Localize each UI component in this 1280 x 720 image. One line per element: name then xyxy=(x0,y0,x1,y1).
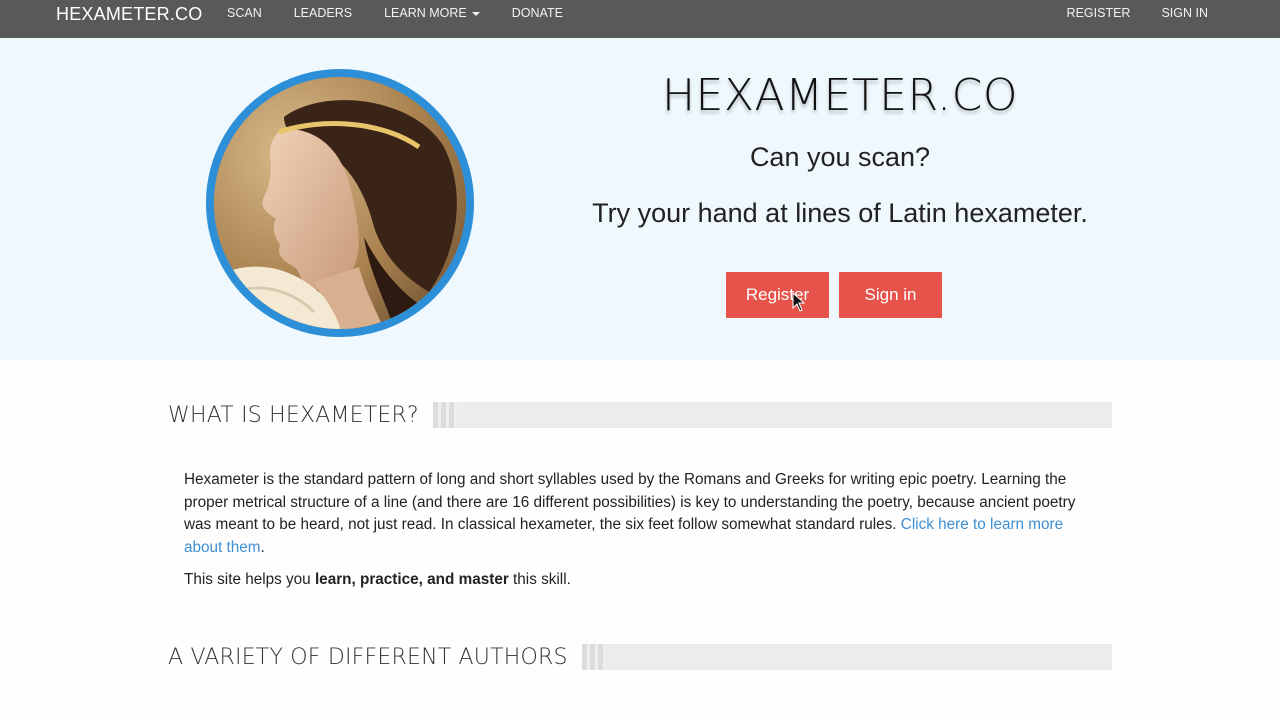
section-divider xyxy=(581,644,1112,670)
nav-learn-more[interactable]: LEARN MORE xyxy=(384,0,480,38)
hero-tagline: Try your hand at lines of Latin hexamete… xyxy=(592,198,1088,228)
nav-scan[interactable]: SCAN xyxy=(227,0,262,38)
nav-sign-in[interactable]: SIGN IN xyxy=(1161,0,1208,38)
mission-text-end: this skill. xyxy=(508,571,571,588)
nav-donate[interactable]: DONATE xyxy=(512,0,563,38)
section-authors: A VARIETY OF DIFFERENT AUTHORS xyxy=(168,643,1112,671)
section-divider xyxy=(432,402,1112,428)
mouse-cursor-icon xyxy=(792,292,806,312)
sign-in-button[interactable]: Sign in xyxy=(839,272,942,318)
top-navbar: HEXAMETER.CO SCAN LEADERS LEARN MORE DON… xyxy=(0,0,1280,38)
section-what-is-hexameter: WHAT IS HEXAMETER? xyxy=(168,401,1112,429)
hero-title: HEXAMETER.CO xyxy=(662,70,1018,121)
mission-paragraph: This site helps you learn, practice, and… xyxy=(184,569,1084,592)
mission-text-start: This site helps you xyxy=(184,571,315,588)
section-title-what: WHAT IS HEXAMETER? xyxy=(168,402,419,428)
about-paragraph: Hexameter is the standard pattern of lon… xyxy=(184,469,1084,559)
register-button[interactable]: Register xyxy=(726,272,829,318)
hero-banner: HEXAMETER.CO Can you scan? Try your hand… xyxy=(0,38,1280,360)
nav-right-links: REGISTER SIGN IN xyxy=(1036,0,1208,38)
nav-register[interactable]: REGISTER xyxy=(1067,0,1131,38)
hero-subtitle: Can you scan? xyxy=(749,142,931,172)
nav-learn-more-label: LEARN MORE xyxy=(384,6,467,20)
portrait-image xyxy=(206,69,474,337)
about-text-end: . xyxy=(260,538,265,556)
mission-text-bold: learn, practice, and master xyxy=(314,571,509,588)
nav-left-links: SCAN LEADERS LEARN MORE DONATE xyxy=(227,0,595,38)
nav-leaders[interactable]: LEADERS xyxy=(294,0,352,38)
section-title-authors: A VARIETY OF DIFFERENT AUTHORS xyxy=(168,644,568,670)
caret-down-icon xyxy=(471,12,480,16)
brand-link[interactable]: HEXAMETER.CO xyxy=(56,0,202,38)
